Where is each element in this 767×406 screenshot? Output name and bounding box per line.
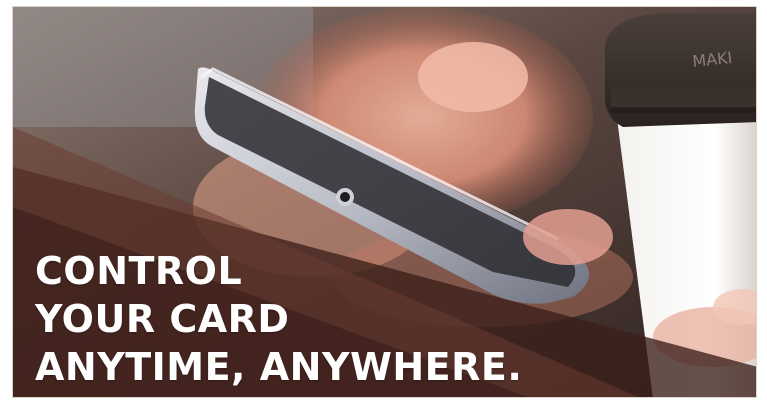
- headline-line-2: YOUR CARD: [35, 297, 290, 341]
- headline-line-3: ANYTIME, ANYWHERE.: [35, 345, 523, 389]
- headline-line-1: CONTROL: [35, 249, 243, 293]
- headline: CONTROL YOUR CARD ANYTIME, ANYWHERE.: [35, 247, 522, 391]
- promo-banner: MAKI CONTROL YOUR CARD ANYTIME, ANYWHERE…: [12, 6, 757, 398]
